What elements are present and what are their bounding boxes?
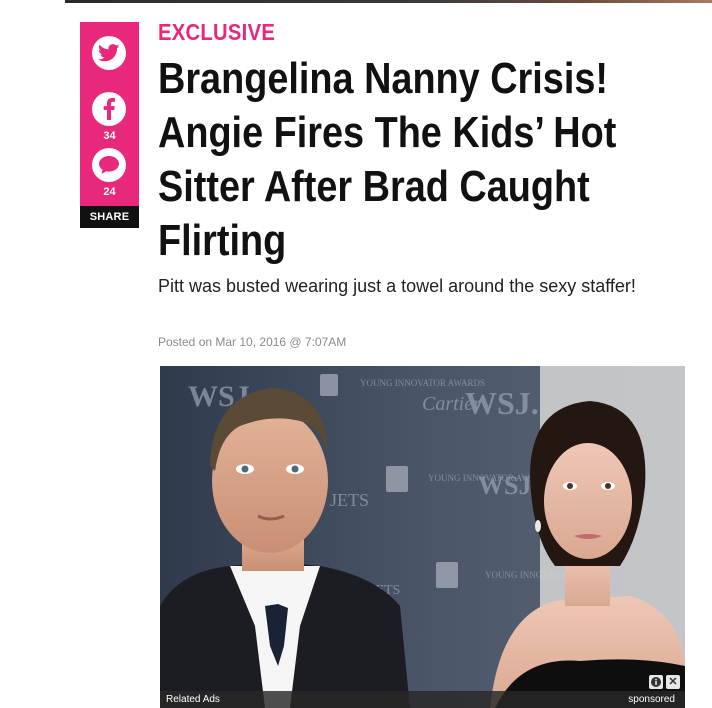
sponsored-label: sponsored [628, 694, 675, 705]
share-rail: 34 24 [80, 22, 139, 206]
comment-count: 24 [103, 186, 116, 198]
backdrop-logo: YOUNG INNOVATOR AWARDS [360, 378, 485, 388]
info-icon [651, 677, 661, 687]
backdrop-logo: WSJ. [478, 471, 538, 500]
close-icon: ✕ [668, 676, 678, 688]
ad-info-button[interactable] [649, 675, 663, 689]
facebook-share-count: 34 [103, 130, 116, 142]
comment-button[interactable] [92, 148, 126, 182]
post-date: Posted on Mar 10, 2016 @ 7:07AM [158, 335, 347, 349]
twitter-bird-icon [98, 44, 120, 62]
ad-close-button[interactable]: ✕ [666, 675, 680, 689]
article-headline: Brangelina Nanny Crisis! Angie Fires The… [158, 54, 617, 265]
share-label[interactable]: SHARE [80, 206, 139, 228]
related-ads-bar[interactable]: Related Ads sponsored [160, 691, 685, 708]
backdrop-logo: WSJ. [465, 385, 539, 421]
article-photo[interactable]: WSJ. Cartier WSJ. YOUNG INNOVATOR AWARDS… [160, 366, 685, 708]
article-dek: Pitt was busted wearing just a towel aro… [158, 276, 636, 296]
article-kicker[interactable]: EXCLUSIVE [158, 18, 275, 46]
facebook-f-icon [103, 98, 115, 120]
facebook-share-button[interactable] [92, 92, 126, 126]
top-banner-strip [65, 0, 712, 3]
speech-bubble-icon [99, 156, 119, 174]
twitter-share-button[interactable] [92, 36, 126, 70]
backdrop-logo: JETS [330, 490, 369, 510]
related-ads-label[interactable]: Related Ads [166, 691, 220, 708]
